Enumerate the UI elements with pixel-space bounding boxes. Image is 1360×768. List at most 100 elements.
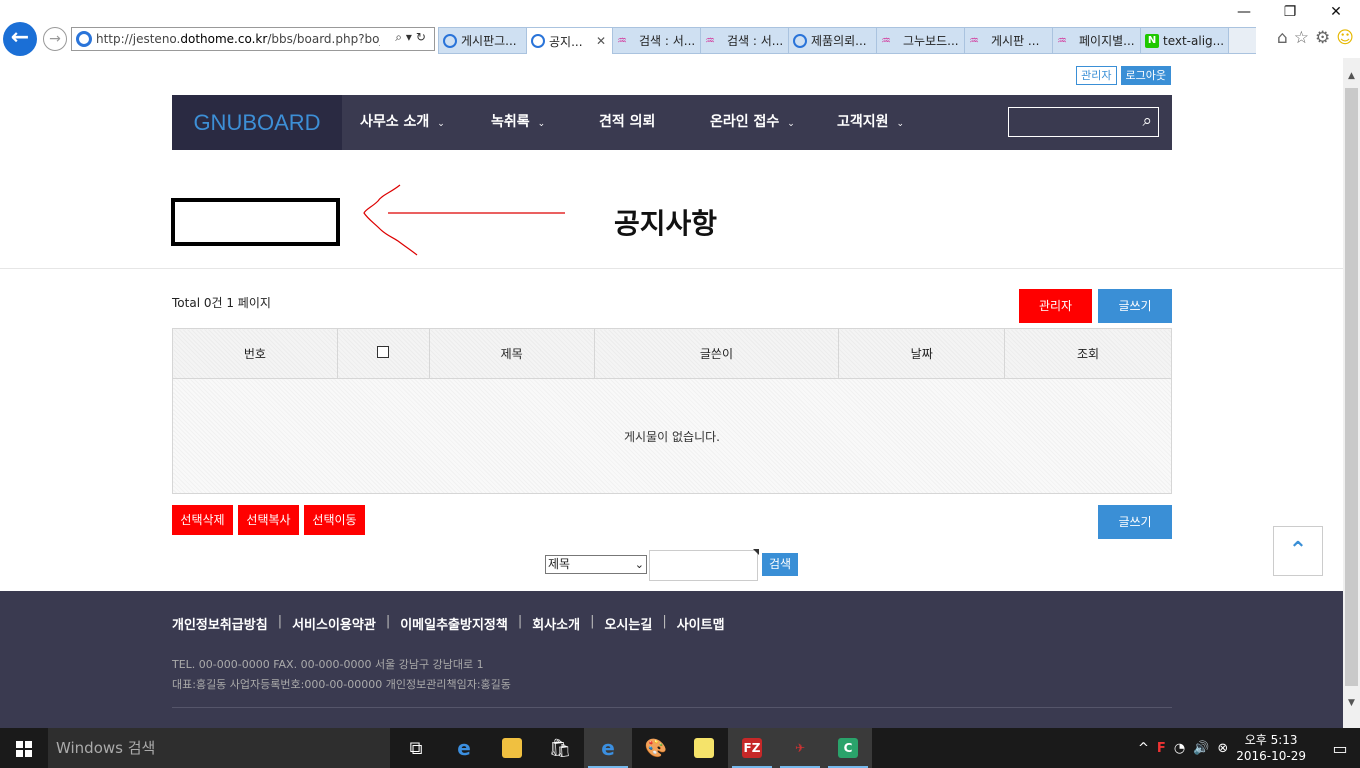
footer-link[interactable]: 회사소개	[532, 614, 580, 633]
volume-icon[interactable]: 🔊	[1193, 741, 1209, 756]
ie-page-icon	[443, 33, 457, 48]
windows-taskbar: Windows 검색 ⧉ e 🛍 e 🎨 FZ ✈ C ^ F ◔ 🔊 ⊗ 오후…	[0, 728, 1360, 768]
favorites-star-icon[interactable]: ☆	[1294, 28, 1309, 48]
browser-tab[interactable]: Ntext-alig...	[1140, 27, 1228, 54]
close-tab-icon[interactable]: ✕	[596, 34, 606, 48]
footer-link[interactable]: 개인정보취급방침	[172, 614, 268, 633]
feedback-smile-icon[interactable]: ☺	[1336, 28, 1354, 48]
browser-tab[interactable]: 제품의뢰...	[788, 27, 876, 54]
browser-tab[interactable]: ♒ 검색 : 서...	[612, 27, 700, 54]
browser-tab[interactable]: ♒ 게시판 ...	[964, 27, 1052, 54]
delete-selected-button[interactable]: 선택삭제	[172, 505, 233, 535]
edge-icon[interactable]: e	[440, 728, 488, 768]
footer-link[interactable]: 오시는길	[604, 614, 652, 633]
restore-icon[interactable]: ❐	[1267, 4, 1313, 24]
ie-page-icon	[793, 33, 807, 48]
column-header-date: 날짜	[838, 328, 1006, 379]
filezilla-icon[interactable]: FZ	[728, 728, 776, 768]
internet-explorer-icon[interactable]: e	[584, 728, 632, 768]
search-site-icon: ♒	[705, 33, 715, 47]
nav-item[interactable]: 녹취록 ⌄	[473, 95, 581, 150]
address-url: http://jesteno.dothome.co.kr/bbs/board.p…	[96, 32, 380, 46]
admin-link[interactable]: 관리자	[1076, 66, 1117, 85]
store-icon[interactable]: 🛍	[536, 728, 584, 768]
close-window-icon[interactable]: ✕	[1313, 4, 1359, 24]
chevron-up-icon[interactable]: ^	[1138, 741, 1149, 756]
select-all-checkbox[interactable]	[377, 346, 390, 358]
browser-tab[interactable]: ♒ 검색 : 서...	[700, 27, 788, 54]
top-links: 관리자 로그아웃	[1076, 66, 1171, 85]
empty-message: 게시물이 없습니다.	[172, 378, 1172, 494]
footer-links: 개인정보취급방침 | 서비스이용약관 | 이메일추출방지정책 | 회사소개 | 오시는길 | 사이트…	[172, 614, 725, 633]
column-header-author: 글쓴이	[593, 328, 840, 379]
logout-link[interactable]: 로그아웃	[1120, 66, 1171, 85]
nav-item-label: 사무소 소개	[360, 114, 430, 130]
write-button-top[interactable]: 글쓰기	[1098, 289, 1172, 323]
sticky-notes-icon[interactable]	[680, 728, 728, 768]
alert-icon[interactable]: ⊗	[1217, 741, 1228, 756]
file-explorer-icon[interactable]	[488, 728, 536, 768]
page-scrollbar[interactable]: ▲ ▼	[1343, 58, 1360, 728]
copy-selected-button[interactable]: 선택복사	[238, 505, 299, 535]
new-tab-button[interactable]	[1228, 27, 1256, 54]
filezilla-tray-icon[interactable]: F	[1157, 741, 1166, 756]
site-search-input[interactable]: ⌕	[1008, 107, 1159, 137]
browser-tab[interactable]: 게시판그...	[438, 27, 526, 54]
board-search-input[interactable]	[649, 549, 759, 581]
scroll-up-icon[interactable]: ▲	[1343, 68, 1360, 85]
search-field-select[interactable]: 제목 ⌄	[545, 555, 647, 574]
scrollbar-thumb[interactable]	[1345, 88, 1358, 686]
footer: 개인정보취급방침 | 서비스이용약관 | 이메일추출방지정책 | 회사소개 | 오시는길 | 사이트…	[0, 591, 1343, 728]
address-bar[interactable]: http://jesteno.dothome.co.kr/bbs/board.p…	[71, 27, 435, 51]
minimize-icon[interactable]: —	[1221, 4, 1267, 24]
footer-link-separator: |	[277, 614, 283, 629]
windows-start-icon[interactable]	[0, 728, 48, 768]
nav-item[interactable]: 고객지원 ⌄	[819, 95, 919, 150]
site-logo[interactable]: GNUBOARD	[172, 95, 342, 150]
post-total-count: Total 0건 1 페이지	[172, 296, 271, 310]
footer-link[interactable]: 사이트맵	[677, 614, 725, 633]
nav-item[interactable]: 온라인 접수 ⌄	[692, 95, 819, 150]
gear-icon[interactable]: ⚙	[1315, 28, 1330, 48]
chevron-down-icon: ⌄	[787, 119, 795, 129]
browser-tab[interactable]: ♒ 그누보드...	[876, 27, 964, 54]
board-search-button[interactable]: 검색	[762, 553, 798, 576]
editor-c-icon[interactable]: C	[824, 728, 872, 768]
scroll-down-icon[interactable]: ▼	[1343, 695, 1360, 712]
app-icon[interactable]: ✈	[776, 728, 824, 768]
address-tools-icons[interactable]: ⌕▾↻	[395, 30, 430, 45]
tab-label: 페이지별...	[1079, 34, 1135, 48]
footer-link[interactable]: 서비스이용약관	[292, 614, 376, 633]
move-selected-button[interactable]: 선택이동	[304, 505, 365, 535]
nav-item[interactable]: 견적 의뢰	[581, 95, 692, 150]
clock[interactable]: 오후 5:13 2016-10-29	[1236, 732, 1306, 764]
chevron-down-icon: ⌄	[896, 119, 905, 129]
footer-company: 대표:홍길동 사업자등록번호:000-00-00000 개인정보관리책임자:홍길…	[172, 678, 511, 691]
notification-icon[interactable]: ▭	[1320, 739, 1360, 758]
nav-item[interactable]: 사무소 소개 ⌄	[342, 95, 473, 150]
search-icon[interactable]: ⌕	[1142, 111, 1152, 131]
ie-page-icon	[76, 31, 92, 47]
paint-icon[interactable]: 🎨	[632, 728, 680, 768]
admin-button[interactable]: 관리자	[1019, 289, 1092, 323]
back-arrow-icon[interactable]: ←	[3, 22, 37, 56]
clock-time: 오후 5:13	[1244, 733, 1298, 747]
task-view-icon[interactable]: ⧉	[392, 728, 440, 768]
search-site-icon: ♒	[881, 33, 891, 47]
browser-tab[interactable]: ♒ 페이지별...	[1052, 27, 1140, 54]
tab-strip: 게시판그... 공지... ✕ ♒ 검색 : 서... ♒ 검색 : 서... 제품의뢰...…	[438, 27, 1256, 54]
write-button-bottom[interactable]: 글쓰기	[1098, 505, 1172, 539]
scroll-to-top-icon[interactable]: ⌃	[1273, 526, 1323, 576]
tab-label: 검색 : 서...	[639, 34, 696, 48]
home-icon[interactable]: ⌂	[1277, 28, 1288, 48]
board-table: 번호 제목 글쓴이 날짜 조회 게시물이 없습니다.	[172, 328, 1172, 494]
web-page: 관리자 로그아웃 GNUBOARD 사무소 소개 ⌄ 녹취록 ⌄ 견적 의뢰 온라인 접수…	[0, 58, 1343, 728]
footer-link[interactable]: 이메일추출방지정책	[400, 614, 508, 633]
column-header-number: 번호	[172, 328, 338, 379]
browser-tab[interactable]: 공지... ✕	[526, 27, 612, 54]
forward-arrow-icon[interactable]: →	[43, 27, 67, 51]
network-icon[interactable]: ◔	[1174, 741, 1185, 756]
taskbar-search[interactable]: Windows 검색	[48, 728, 390, 768]
chevron-down-icon: ⌄	[537, 119, 546, 129]
tab-label: 그누보드...	[903, 34, 959, 48]
